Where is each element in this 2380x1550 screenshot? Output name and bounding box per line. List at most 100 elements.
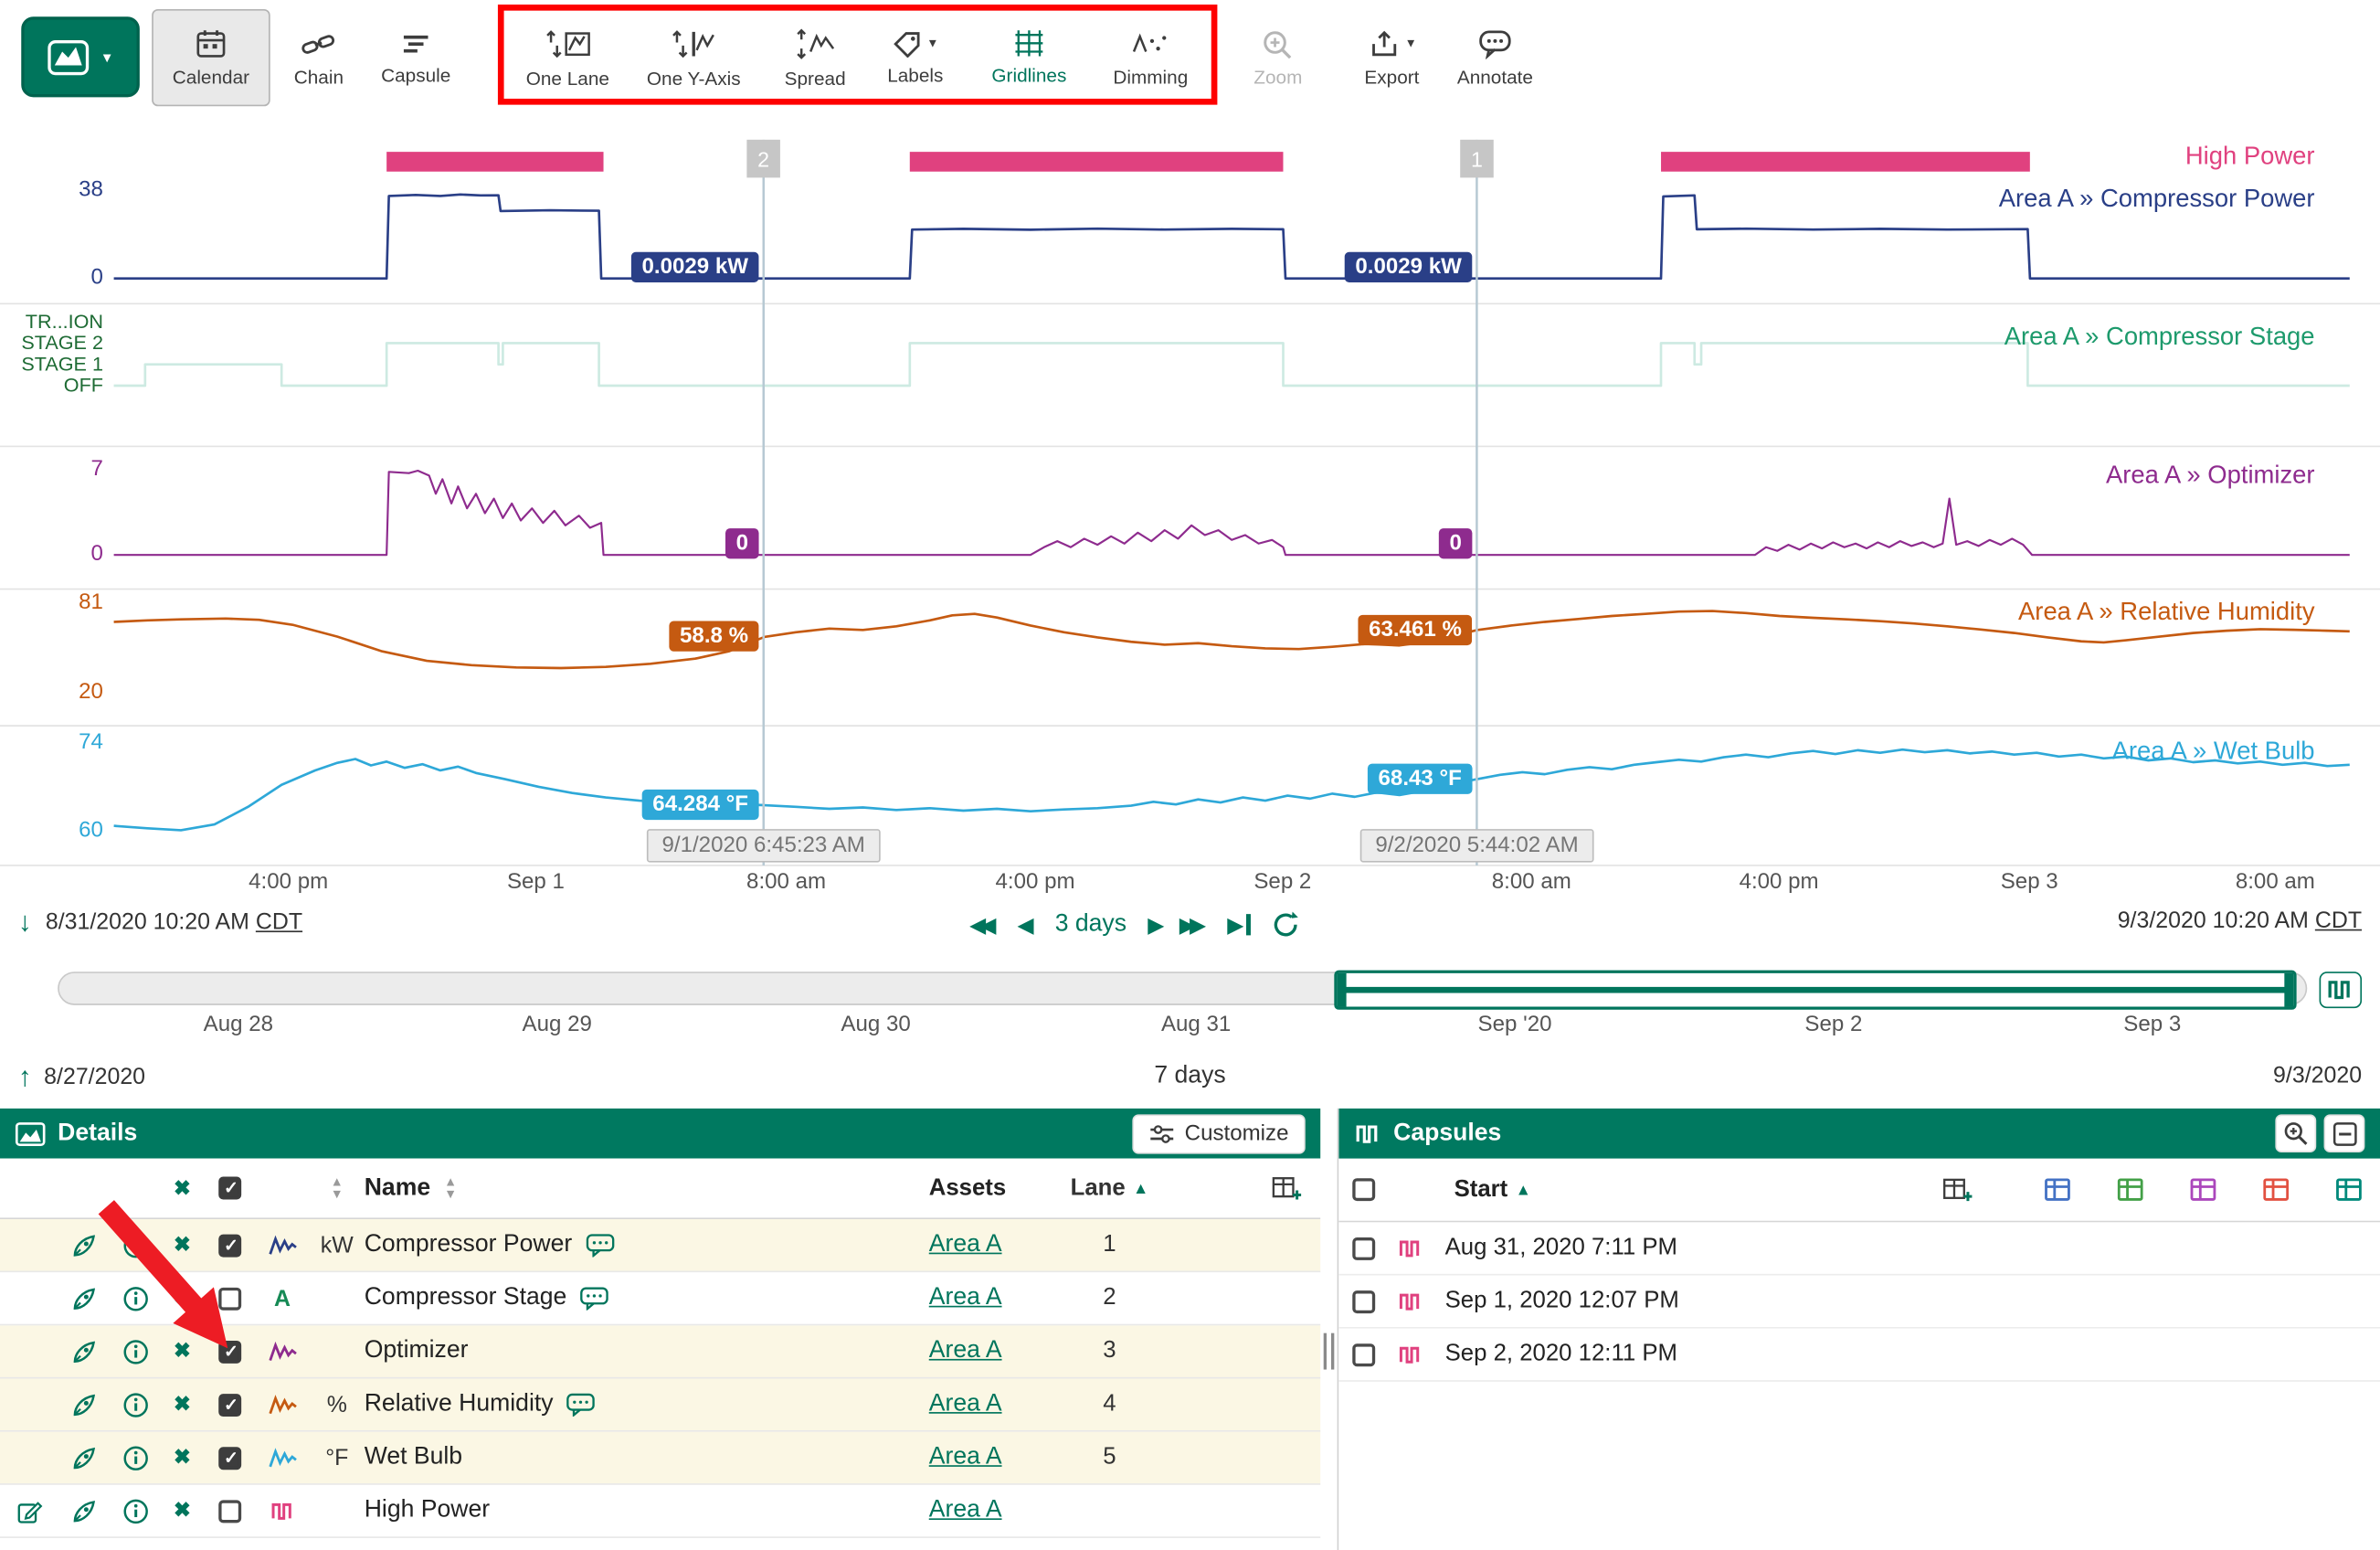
row-checkbox[interactable] [204,1272,255,1323]
capsule-row[interactable]: Aug 31, 2020 7:11 PM [1338,1222,2380,1275]
row-checkbox[interactable] [204,1219,255,1270]
toolbar-button-spread[interactable]: Spread [768,9,862,106]
capsule-checkbox[interactable] [1338,1329,1387,1380]
asset-link[interactable]: Area A [929,1497,1002,1524]
timezone-link[interactable]: CDT [256,908,302,934]
x-axis-tick: 8:00 am [2236,870,2315,895]
capsule-stat-column-icon[interactable] [2045,1178,2070,1201]
row-checkbox[interactable] [204,1325,255,1376]
toolbar-button-capsule[interactable]: Capsule [365,9,468,106]
capsule-time-toggle-button[interactable] [2320,971,2363,1008]
rocket-icon[interactable] [58,1219,109,1270]
collapse-panel-button[interactable] [2324,1114,2365,1152]
capsule-time-icon [401,29,431,57]
pan-forward-button[interactable]: ▶ [1148,912,1164,938]
later-arrow-icon[interactable]: ↑ [18,1063,32,1090]
row-checkbox[interactable] [204,1432,255,1483]
row-checkbox[interactable] [204,1379,255,1430]
remove-icon[interactable]: ✖ [161,1379,204,1430]
toolbar-button-chain[interactable]: Chain [280,9,358,106]
selection-left-handle[interactable] [1338,973,1347,1007]
pan-forward-fast-button[interactable]: ▶▶ [1185,912,1206,938]
details-header: Details Customize [0,1109,1320,1159]
refresh-icon[interactable] [1273,911,1302,939]
pan-back-fast-button[interactable]: ◀◀ [976,912,997,938]
rocket-icon[interactable] [58,1325,109,1376]
comment-icon[interactable] [566,1392,596,1417]
worksheet-view-button[interactable]: ▼ [21,16,140,97]
toolbar-button-dimming[interactable]: Dimming [1095,9,1205,106]
asset-link[interactable]: Area A [929,1338,1002,1365]
name-column-header[interactable]: Name [365,1174,430,1202]
select-all-capsules-checkbox[interactable] [1338,1159,1387,1221]
info-icon[interactable] [110,1219,161,1270]
capsule-row[interactable]: Sep 2, 2020 12:11 PM [1338,1329,2380,1382]
add-column-icon[interactable] [1272,1175,1302,1201]
capsule-stat-column-icon[interactable] [2118,1178,2143,1201]
timeline-scrubber-track[interactable] [58,971,2307,1005]
toolbar-button-export[interactable]: ▼ Export [1345,9,1439,106]
toolbar-button-gridlines[interactable]: Gridlines [971,9,1086,106]
capsule-stat-column-icon[interactable] [2336,1178,2362,1201]
pan-to-end-button[interactable]: ▶ [1227,912,1251,938]
remove-icon[interactable]: ✖ [161,1325,204,1376]
details-row-wet-bulb[interactable]: ✖°FWet BulbArea A5 [0,1432,1320,1485]
earlier-arrow-icon[interactable]: ↓ [18,908,32,935]
asset-link[interactable]: Area A [929,1444,1002,1471]
capsule-stat-column-icon[interactable] [2190,1178,2216,1201]
timezone-link[interactable]: CDT [2315,908,2362,933]
zoom-to-capsules-button[interactable] [2275,1114,2316,1152]
range-duration-button[interactable]: 3 days [1055,911,1127,939]
remove-icon[interactable]: ✖ [161,1272,204,1323]
comment-icon[interactable] [586,1233,615,1258]
asset-link[interactable]: Area A [929,1285,1002,1312]
info-icon[interactable] [110,1272,161,1323]
name-sort-control[interactable]: ▲▼ [444,1177,457,1200]
asset-link[interactable]: Area A [929,1391,1002,1418]
capsule-checkbox[interactable] [1338,1276,1387,1327]
toolbar-button-one-lane[interactable]: One Lane [513,9,623,106]
comment-icon[interactable] [580,1286,609,1311]
capsule-row[interactable]: Sep 1, 2020 12:07 PM [1338,1276,2380,1329]
start-column-header[interactable]: Start▲ [1454,1176,1531,1204]
capsule-stat-column-icon[interactable] [2263,1178,2289,1201]
details-row-optimizer[interactable]: ✖OptimizerArea A3 [0,1325,1320,1378]
details-row-relative-humidity[interactable]: ✖%Relative HumidityArea A4 [0,1379,1320,1432]
info-icon[interactable] [110,1325,161,1376]
info-icon[interactable] [110,1432,161,1483]
pan-back-button[interactable]: ◀ [1018,912,1034,938]
assets-column-header[interactable]: Assets [929,1159,1051,1218]
edit-icon[interactable] [0,1485,58,1536]
capsule-checkbox[interactable] [1338,1222,1387,1273]
trend-chart-icon [48,38,90,75]
scrubber-tick-label: Aug 28 [204,1013,273,1037]
toolbar-button-annotate[interactable]: Annotate [1445,9,1546,106]
remove-icon[interactable]: ✖ [161,1432,204,1483]
remove-icon[interactable]: ✖ [161,1219,204,1270]
timeline-selected-range[interactable] [1334,971,2296,1010]
rocket-icon[interactable] [58,1379,109,1430]
trend-chart[interactable] [0,122,2380,868]
sort-priority-control[interactable]: ▲▼ [310,1159,365,1218]
panel-splitter[interactable] [1320,1109,1338,1550]
asset-link[interactable]: Area A [929,1231,1002,1258]
lane-column-header[interactable]: Lane▲ [1051,1159,1169,1218]
row-checkbox[interactable] [204,1485,255,1536]
customize-button[interactable]: Customize [1132,1114,1306,1153]
details-row-high-power[interactable]: ✖High PowerArea A [0,1485,1320,1538]
details-row-compressor-power[interactable]: ✖kWCompressor PowerArea A1 [0,1219,1320,1272]
info-icon[interactable] [110,1379,161,1430]
rocket-icon[interactable] [58,1272,109,1323]
add-capsule-column-icon[interactable] [1943,1177,1973,1203]
remove-icon[interactable]: ✖ [161,1485,204,1536]
selection-right-handle[interactable] [2284,973,2293,1007]
remove-all-button[interactable]: ✖ [161,1159,204,1218]
details-row-compressor-stage[interactable]: ✖ACompressor StageArea A2 [0,1272,1320,1325]
toolbar-button-calendar[interactable]: Calendar [152,9,270,106]
select-all-checkbox[interactable] [204,1159,255,1218]
rocket-icon[interactable] [58,1432,109,1483]
toolbar-button-labels[interactable]: ▼ Labels [868,9,962,106]
info-icon[interactable] [110,1485,161,1536]
rocket-icon[interactable] [58,1485,109,1536]
toolbar-button-one-y-axis[interactable]: One Y-Axis [629,9,759,106]
